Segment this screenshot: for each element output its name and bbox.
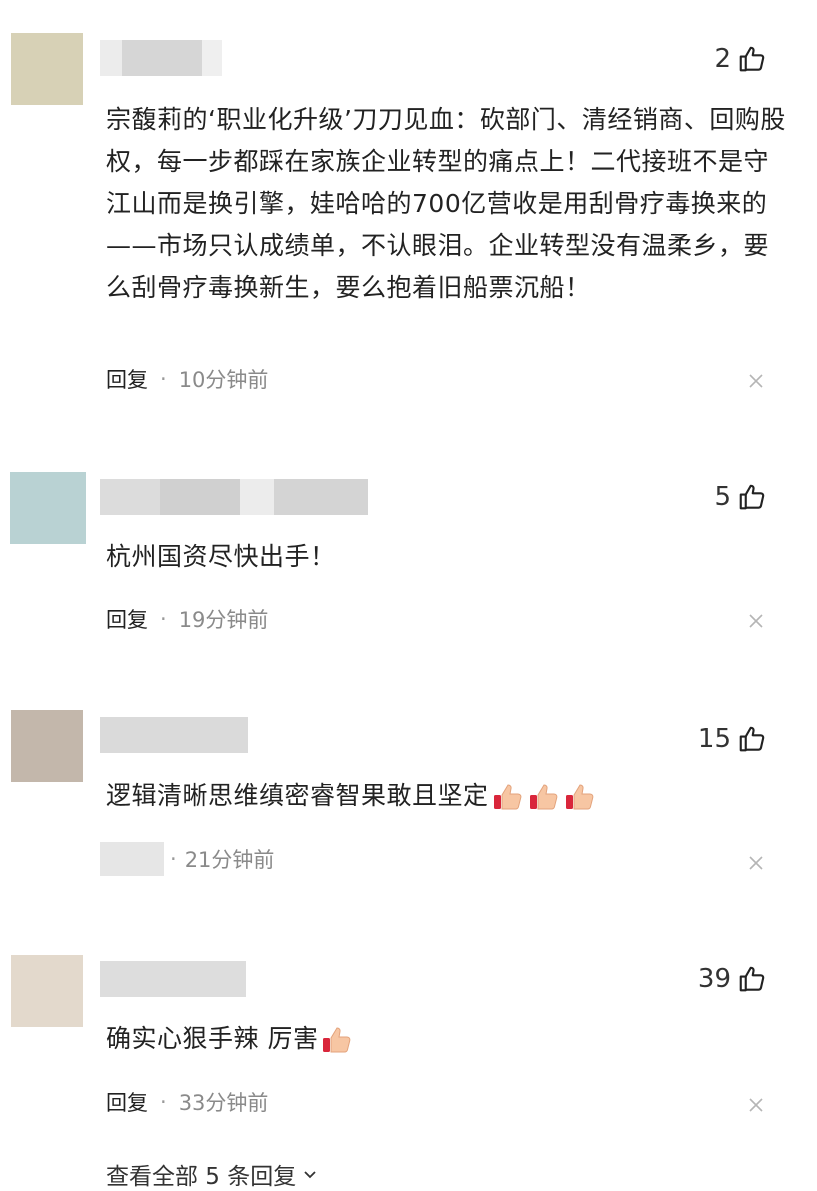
avatar[interactable] (11, 33, 83, 105)
separator-dot: · (160, 1090, 167, 1114)
thumbs-up-icon (739, 966, 765, 992)
like-count: 5 (714, 482, 731, 512)
comment-meta: 回复 · 10分钟前 (106, 364, 268, 394)
like-button[interactable]: 5 (714, 482, 767, 512)
thumbs-up-emoji-icon (323, 1027, 351, 1053)
thumbs-up-emoji-icon (493, 784, 521, 810)
comment-time: 33分钟前 (178, 1091, 269, 1115)
close-icon[interactable] (746, 371, 766, 391)
comment-meta: 回复 · 33分钟前 (106, 1087, 268, 1117)
view-all-replies-label: 查看全部 5 条回复 (106, 1164, 297, 1190)
separator-dot: · (160, 367, 167, 391)
like-count: 39 (697, 964, 731, 994)
reply-button[interactable]: 回复 (106, 364, 148, 394)
reply-button[interactable]: 回复 (106, 1087, 148, 1117)
comment-text: 逻辑清晰思维缜密睿智果敢且坚定 (106, 775, 786, 817)
reply-button-blurred[interactable] (100, 842, 164, 876)
thumbs-up-emoji-icon (529, 784, 557, 810)
comment-item: 2 宗馥莉的‘职业化升级’刀刀见血：砍部门、清经销商、回购股权，每一步都踩在家族… (0, 0, 817, 460)
view-all-replies-button[interactable]: 查看全部 5 条回复 (106, 1157, 318, 1191)
thumbs-up-icon (739, 46, 765, 72)
avatar[interactable] (11, 955, 83, 1027)
comment-time: 19分钟前 (178, 608, 269, 632)
like-count: 2 (714, 44, 731, 74)
comment-meta: 回复 · 19分钟前 (106, 604, 268, 634)
thumbs-up-emoji-icon (565, 784, 593, 810)
like-button[interactable]: 39 (698, 964, 767, 994)
comment-text-content: 确实心狠手辣 厉害 (106, 1024, 319, 1053)
like-count: 15 (697, 724, 731, 754)
close-icon[interactable] (746, 1095, 766, 1115)
reply-button[interactable]: 回复 (106, 604, 148, 634)
separator-dot: · (160, 607, 167, 631)
username-blurred[interactable] (100, 717, 248, 753)
comment-item: 15 逻辑清晰思维缜密睿智果敢且坚定 · 21分钟前 (0, 700, 817, 940)
avatar[interactable] (10, 472, 86, 544)
comment-time: 21分钟前 (184, 848, 275, 872)
comment-time: 10分钟前 (178, 368, 269, 392)
separator-dot: · (170, 847, 177, 871)
username-blurred[interactable] (100, 479, 368, 515)
username-blurred[interactable] (100, 40, 222, 76)
comment-text: 确实心狠手辣 厉害 (106, 1018, 786, 1060)
thumbs-up-icon (739, 484, 765, 510)
comment-text: 杭州国资尽快出手！ (106, 542, 336, 571)
thumbs-up-icon (739, 726, 765, 752)
close-icon[interactable] (746, 611, 766, 631)
like-button[interactable]: 2 (714, 44, 767, 74)
close-icon[interactable] (746, 853, 766, 873)
like-button[interactable]: 15 (698, 724, 767, 754)
chevron-down-icon (304, 1171, 316, 1179)
comment-text-content: 逻辑清晰思维缜密睿智果敢且坚定 (106, 781, 489, 810)
comment-text: 宗馥莉的‘职业化升级’刀刀见血：砍部门、清经销商、回购股权，每一步都踩在家族企业… (106, 105, 786, 302)
avatar[interactable] (11, 710, 83, 782)
comment-meta: · 21分钟前 (100, 842, 274, 876)
comment-item: 39 确实心狠手辣 厉害 回复 · 33分钟前 (0, 940, 817, 1155)
username-blurred[interactable] (100, 961, 246, 997)
comment-item: 5 杭州国资尽快出手！ 回复 · 19分钟前 (0, 460, 817, 700)
